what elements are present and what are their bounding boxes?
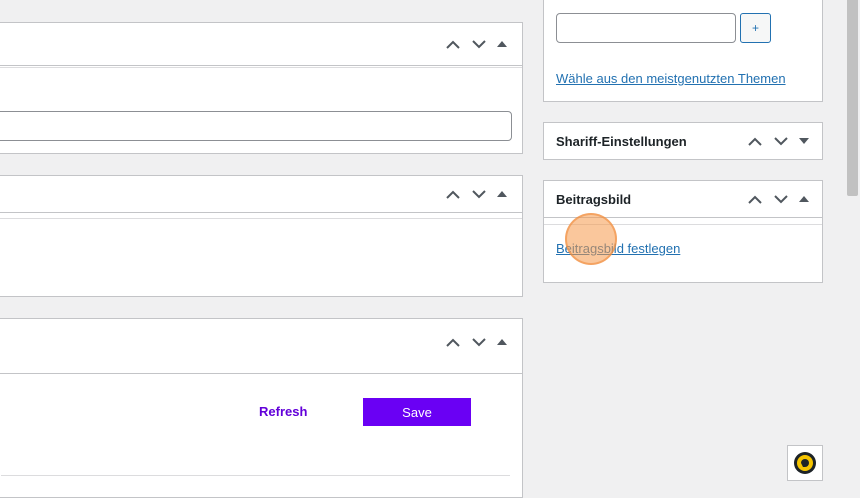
text-input[interactable] <box>0 111 512 141</box>
move-up-icon[interactable] <box>440 181 466 207</box>
move-down-icon[interactable] <box>768 186 794 212</box>
panel-title: Beitragsbild <box>556 192 632 207</box>
move-up-icon[interactable] <box>742 186 768 212</box>
featured-image-panel: Beitragsbild Beitragsbild festlegen <box>543 180 823 283</box>
chat-help-icon <box>794 452 816 474</box>
collapse-toggle-icon[interactable] <box>492 181 512 207</box>
metabox-3-header <box>0 319 522 374</box>
divider <box>544 224 822 225</box>
move-down-icon[interactable] <box>466 31 492 57</box>
move-down-icon[interactable] <box>768 128 794 154</box>
metabox-1 <box>0 22 523 154</box>
expand-toggle-icon[interactable] <box>794 128 814 154</box>
shariff-panel: Shariff-Einstellungen <box>543 122 823 160</box>
divider <box>0 218 522 219</box>
move-up-icon[interactable] <box>440 31 466 57</box>
refresh-button[interactable]: Refresh <box>259 404 307 419</box>
panel-title: Shariff-Einstellungen <box>556 134 687 149</box>
set-featured-image-link[interactable]: Beitragsbild festlegen <box>556 241 680 256</box>
scrollbar[interactable] <box>845 0 860 481</box>
tags-panel: + Wähle aus den meistgenutzten Themen <box>543 0 823 102</box>
scrollbar-thumb[interactable] <box>847 0 858 196</box>
collapse-toggle-icon[interactable] <box>492 329 512 355</box>
move-down-icon[interactable] <box>466 181 492 207</box>
most-used-tags-link[interactable]: Wähle aus den meistgenutzten Themen <box>556 71 786 86</box>
metabox-2 <box>0 175 523 297</box>
tag-input[interactable] <box>556 13 736 43</box>
metabox-3: Refresh Save <box>0 318 523 498</box>
save-button[interactable]: Save <box>363 398 471 426</box>
collapse-toggle-icon[interactable] <box>794 186 814 212</box>
move-down-icon[interactable] <box>466 329 492 355</box>
help-widget[interactable] <box>787 445 823 481</box>
metabox-2-header <box>0 176 522 213</box>
collapse-toggle-icon[interactable] <box>492 31 512 57</box>
move-up-icon[interactable] <box>440 329 466 355</box>
featured-image-header: Beitragsbild <box>544 181 822 218</box>
add-tag-button[interactable]: + <box>740 13 771 43</box>
move-up-icon[interactable] <box>742 128 768 154</box>
metabox-1-header <box>0 23 522 66</box>
divider <box>1 475 510 476</box>
divider <box>0 67 522 68</box>
